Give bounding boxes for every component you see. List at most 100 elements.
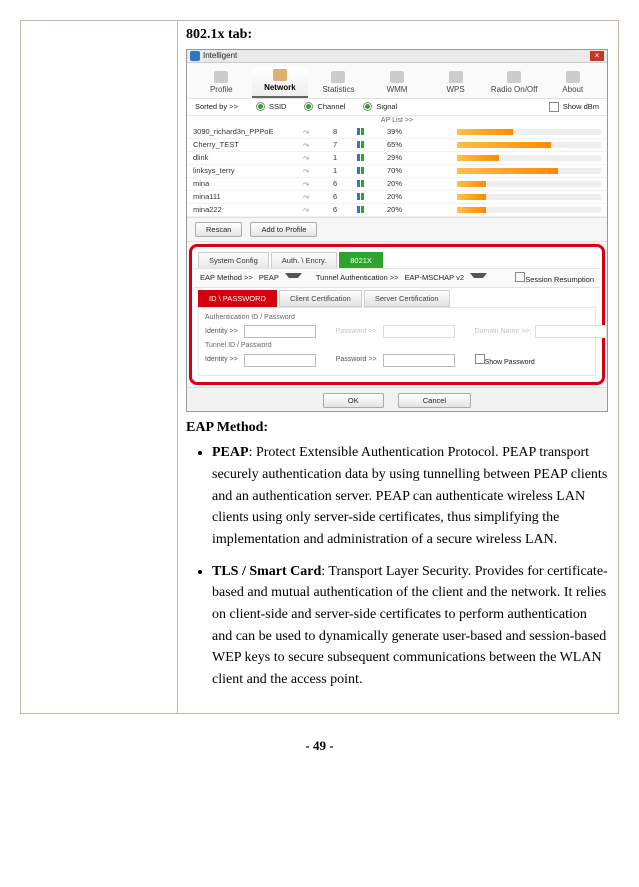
password-field-1[interactable] bbox=[383, 325, 455, 338]
signal-bar bbox=[457, 168, 601, 174]
window-title: Intelligent bbox=[203, 51, 237, 61]
identity-field[interactable] bbox=[244, 325, 316, 338]
wmm-icon bbox=[390, 71, 404, 83]
antenna-icon: ⤳ bbox=[303, 205, 333, 214]
tab-wps-label: WPS bbox=[446, 85, 464, 94]
subtab-auth-encry[interactable]: Auth. \ Encry. bbox=[271, 252, 337, 268]
tunnel-auth-label: Tunnel Authentication >> bbox=[316, 273, 399, 282]
ok-button[interactable]: OK bbox=[323, 393, 384, 408]
table-row[interactable]: mina111⤳620% bbox=[187, 191, 607, 204]
tab-statistics[interactable]: Statistics bbox=[310, 69, 367, 98]
ap-ssid: Cherry_TEST bbox=[193, 140, 303, 149]
close-icon[interactable]: × bbox=[590, 51, 604, 61]
table-row[interactable]: mina222⤳620% bbox=[187, 204, 607, 217]
tab-about-label: About bbox=[562, 85, 583, 94]
subtab-8021x[interactable]: 8021X bbox=[339, 252, 383, 268]
ap-ssid: linksys_terry bbox=[193, 166, 303, 175]
cert-tab-client-cert[interactable]: Client Certification bbox=[279, 290, 362, 307]
sort-signal-label: Signal bbox=[376, 102, 397, 111]
tunnel-auth-value: EAP-MSCHAP v2 bbox=[405, 273, 464, 282]
sort-ssid-radio[interactable] bbox=[256, 102, 265, 111]
security-icon bbox=[357, 206, 387, 213]
radio-icon bbox=[507, 71, 521, 83]
sorted-by-label: Sorted by >> bbox=[195, 102, 238, 111]
signal-bar bbox=[457, 181, 601, 187]
ap-ssid: 3090_richard3n_PPPoE bbox=[193, 127, 303, 136]
ap-channel: 6 bbox=[333, 179, 357, 188]
tab-profile[interactable]: Profile bbox=[193, 69, 250, 98]
tab-wps[interactable]: WPS bbox=[427, 69, 484, 98]
tunnel-password-field[interactable] bbox=[383, 354, 455, 367]
tab-statistics-label: Statistics bbox=[322, 85, 354, 94]
cert-tab-id-password[interactable]: ID \ PASSWORD bbox=[198, 290, 277, 307]
signal-bar bbox=[457, 142, 601, 148]
app-icon bbox=[190, 51, 200, 61]
tunnel-identity-label: Identity >> bbox=[205, 356, 238, 364]
ap-channel: 1 bbox=[333, 166, 357, 175]
tab-network[interactable]: Network bbox=[252, 67, 309, 98]
term-peap: PEAP bbox=[212, 445, 249, 460]
tab-profile-label: Profile bbox=[210, 85, 233, 94]
tunnel-identity-field[interactable] bbox=[244, 354, 316, 367]
table-row[interactable]: linksys_terry⤳170% bbox=[187, 165, 607, 178]
sort-channel-radio[interactable] bbox=[304, 102, 313, 111]
antenna-icon: ⤳ bbox=[303, 127, 333, 136]
tab-radio-label: Radio On/Off bbox=[491, 85, 538, 94]
ap-signal-pct: 39% bbox=[387, 127, 457, 136]
tab-wmm[interactable]: WMM bbox=[369, 69, 426, 98]
session-resumption-label: Session Resumption bbox=[525, 275, 594, 284]
domain-name-label: Domain Name >> bbox=[475, 328, 530, 336]
antenna-icon: ⤳ bbox=[303, 179, 333, 188]
ap-signal-pct: 20% bbox=[387, 179, 457, 188]
session-resumption-checkbox[interactable] bbox=[515, 272, 525, 282]
peap-text: : Protect Extensible Authentication Prot… bbox=[212, 445, 607, 547]
rescan-button[interactable]: Rescan bbox=[195, 222, 242, 237]
table-row[interactable]: mina⤳6 20% bbox=[187, 178, 607, 191]
tab-radio[interactable]: Radio On/Off bbox=[486, 69, 543, 98]
cancel-button[interactable]: Cancel bbox=[398, 393, 471, 408]
window-titlebar: Intelligent × bbox=[187, 50, 607, 63]
subtab-system-config[interactable]: System Config bbox=[198, 252, 269, 268]
colon: : bbox=[263, 420, 268, 435]
eap-method-heading: EAP Method: bbox=[186, 420, 610, 436]
ap-ssid: dlink bbox=[193, 153, 303, 162]
section-heading: 802.1x tab: bbox=[186, 27, 610, 43]
table-row[interactable]: 3090_richard3n_PPPoE⤳839% bbox=[187, 126, 607, 139]
password-label-faint: Password >> bbox=[336, 328, 377, 336]
security-icon bbox=[357, 193, 387, 200]
add-to-profile-button[interactable]: Add to Profile bbox=[250, 222, 317, 237]
table-row[interactable]: dlink⤳129% bbox=[187, 152, 607, 165]
ap-channel: 6 bbox=[333, 192, 357, 201]
show-dbm-checkbox[interactable] bbox=[549, 102, 559, 112]
list-item: PEAP: Protect Extensible Authentication … bbox=[212, 442, 610, 550]
show-password-checkbox[interactable] bbox=[475, 354, 485, 364]
tab-wmm-label: WMM bbox=[387, 85, 408, 94]
content-cell: 802.1x tab: Intelligent × Profile bbox=[178, 21, 619, 714]
sort-ssid-label: SSID bbox=[269, 102, 287, 111]
antenna-icon: ⤳ bbox=[303, 153, 333, 162]
auth-section-label: Authentication ID / Password bbox=[205, 312, 589, 323]
eap-method-value: PEAP bbox=[259, 273, 279, 282]
show-password-label: Show Password bbox=[485, 359, 535, 366]
tab-about[interactable]: About bbox=[544, 69, 601, 98]
profile-icon bbox=[214, 71, 228, 83]
sort-signal-radio[interactable] bbox=[363, 102, 372, 111]
chevron-down-icon[interactable] bbox=[470, 273, 487, 283]
chevron-down-icon[interactable] bbox=[285, 273, 302, 283]
sort-bar: Sorted by >> SSID Channel Signal Show dB… bbox=[187, 99, 607, 116]
term-tls: TLS / Smart Card bbox=[212, 564, 321, 579]
cert-tab-server-cert[interactable]: Server Certification bbox=[364, 290, 450, 307]
ap-channel: 6 bbox=[333, 205, 357, 214]
signal-bar bbox=[457, 155, 601, 161]
antenna-icon: ⤳ bbox=[303, 140, 333, 149]
layout-table: 802.1x tab: Intelligent × Profile bbox=[20, 20, 619, 714]
network-icon bbox=[273, 69, 287, 81]
ap-ssid: mina bbox=[193, 179, 303, 188]
security-icon bbox=[357, 128, 387, 135]
table-row[interactable]: Cherry_TEST⤳765% bbox=[187, 139, 607, 152]
tunnel-section-label: Tunnel ID / Password bbox=[205, 340, 589, 351]
security-icon bbox=[357, 154, 387, 161]
about-icon bbox=[566, 71, 580, 83]
domain-name-field[interactable] bbox=[535, 325, 607, 338]
ap-list: 3090_richard3n_PPPoE⤳839%Cherry_TEST⤳765… bbox=[187, 126, 607, 217]
